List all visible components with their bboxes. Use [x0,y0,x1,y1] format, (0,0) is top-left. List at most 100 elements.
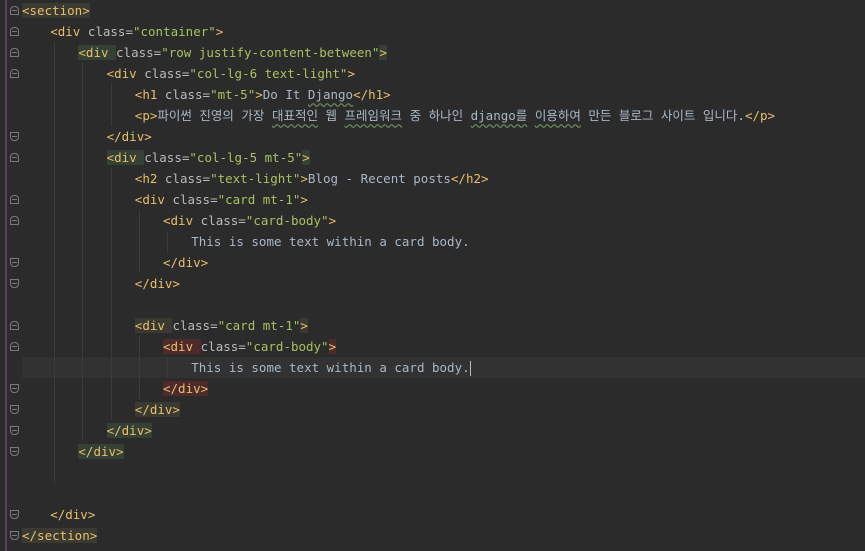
fold-end-icon[interactable] [10,132,19,141]
html-tag-token: > [215,24,224,39]
code-line-content: <div class="card mt-1"> [135,192,308,207]
code-line-content: This is some text within a card body. [191,234,469,249]
code-line[interactable]: </div> [22,378,865,399]
html-tag-token: <section> [22,3,90,18]
html-tag-token: </div> [134,402,180,417]
text-token: Do It [262,87,308,102]
html-tag-token: <p> [134,108,158,123]
code-line-content: </div> [107,129,152,144]
html-tag-token: </h2> [450,171,489,186]
text-token: django를 [470,108,528,123]
code-line[interactable]: </div> [22,399,865,420]
fold-end-icon[interactable] [10,531,19,540]
indent-guide [110,168,112,420]
code-line-content: </div> [135,276,180,291]
html-tag-token: > [347,66,355,81]
code-line[interactable]: <div class="card mt-1"> [22,189,865,210]
html-tag-token: <div [50,24,88,39]
fold-end-icon[interactable] [10,384,19,393]
text-token: 이용하여 [534,108,581,123]
html-tag-token: > [300,192,308,207]
code-line-content: <div class="col-lg-6 text-light"> [107,66,355,81]
text-token: 대표적인 [271,108,318,123]
code-line[interactable]: <section> [22,0,865,21]
fold-column [10,0,22,551]
html-tag-token: </div> [134,276,180,291]
code-line[interactable]: <div class="col-lg-5 mt-5"> [22,147,865,168]
attribute-value-token: "card-body" [245,213,329,228]
fold-start-icon[interactable] [10,195,19,204]
code-line-content: </section> [22,528,98,543]
code-line-content: </div> [134,402,180,417]
html-tag-token: > [328,339,337,354]
html-tag-token: > [328,213,337,228]
code-line-content: <section> [22,3,90,18]
text-caret [469,361,471,376]
fold-end-icon[interactable] [10,447,19,456]
code-line[interactable]: This is some text within a card body. [22,357,865,378]
code-line[interactable]: <div class="row justify-content-between"… [22,42,865,63]
code-line[interactable]: <h2 class="text-light">Blog - Recent pos… [22,168,865,189]
attribute-value-token: "col-lg-5 mt-5" [189,150,303,165]
html-tag-token: <div [163,339,201,354]
editor-gutter[interactable] [0,0,20,551]
fold-start-icon[interactable] [10,48,19,57]
html-tag-token: </div> [163,255,209,270]
code-line[interactable] [22,462,865,483]
fold-start-icon[interactable] [10,6,19,15]
code-line-content: This is some text within a card body. [191,360,471,376]
code-line-content: </div> [163,381,209,396]
code-editor[interactable]: <section> <div class="container"> <div cla… [0,0,865,551]
fold-start-icon[interactable] [10,342,19,351]
html-tag-token: </p> [744,108,776,123]
html-tag-token: > [300,171,308,186]
code-line[interactable]: <div class="card mt-1"> [22,315,865,336]
attribute-value-token: "col-lg-6 text-light" [189,66,348,81]
html-tag-token: > [379,45,387,60]
change-marker [5,0,7,551]
code-line[interactable] [22,294,865,315]
text-token: 웹 [317,108,345,123]
code-line[interactable]: </div> [22,441,865,462]
html-tag-token: </section> [22,528,98,543]
html-tag-token: <div [106,150,145,165]
code-line[interactable]: <div class="col-lg-6 text-light"> [22,63,865,84]
code-line[interactable]: This is some text within a card body. [22,231,865,252]
text-token: This is some text within a card body. [191,360,470,375]
fold-end-icon[interactable] [10,426,19,435]
fold-start-icon[interactable] [10,216,19,225]
fold-end-icon[interactable] [10,258,19,267]
text-token: Django [307,87,354,102]
fold-start-icon[interactable] [10,321,19,330]
code-line[interactable]: </section> [22,525,865,546]
attribute-value-token: "card mt-1" [217,192,301,207]
html-tag-token: <div [106,66,145,81]
fold-end-icon[interactable] [10,510,19,519]
code-line[interactable]: <div class="container"> [22,21,865,42]
indent-guide [54,42,56,483]
html-tag-token: <div [78,45,117,60]
fold-start-icon[interactable] [10,153,19,162]
attribute-value-token: "row justify-content-between" [161,45,380,60]
attribute-token: class= [200,213,246,228]
code-line-content: <h1 class="mt-5">Do It Django</h1> [135,87,391,102]
fold-end-icon[interactable] [10,405,19,414]
code-line[interactable]: <p>파이썬 진영의 가장 대표적인 웹 프레임워크 중 하나인 django를… [22,105,865,126]
fold-start-icon[interactable] [10,69,19,78]
code-line[interactable] [22,483,865,504]
code-area[interactable]: <section> <div class="container"> <div cla… [22,0,865,551]
fold-end-icon[interactable] [10,279,19,288]
code-line[interactable]: </div> [22,273,865,294]
fold-start-icon[interactable] [10,27,19,36]
html-tag-token: </div> [78,444,124,459]
text-token: Blog - Recent posts [307,171,451,186]
text-token: 중 하나인 [402,108,471,123]
code-line[interactable]: </div> [22,504,865,525]
code-line[interactable]: <h1 class="mt-5">Do It Django</h1> [22,84,865,105]
code-line[interactable]: </div> [22,126,865,147]
code-line[interactable]: </div> [22,252,865,273]
code-line[interactable]: </div> [22,420,865,441]
code-line[interactable]: <div class="card-body"> [22,210,865,231]
code-line[interactable]: <div class="card-body"> [22,336,865,357]
